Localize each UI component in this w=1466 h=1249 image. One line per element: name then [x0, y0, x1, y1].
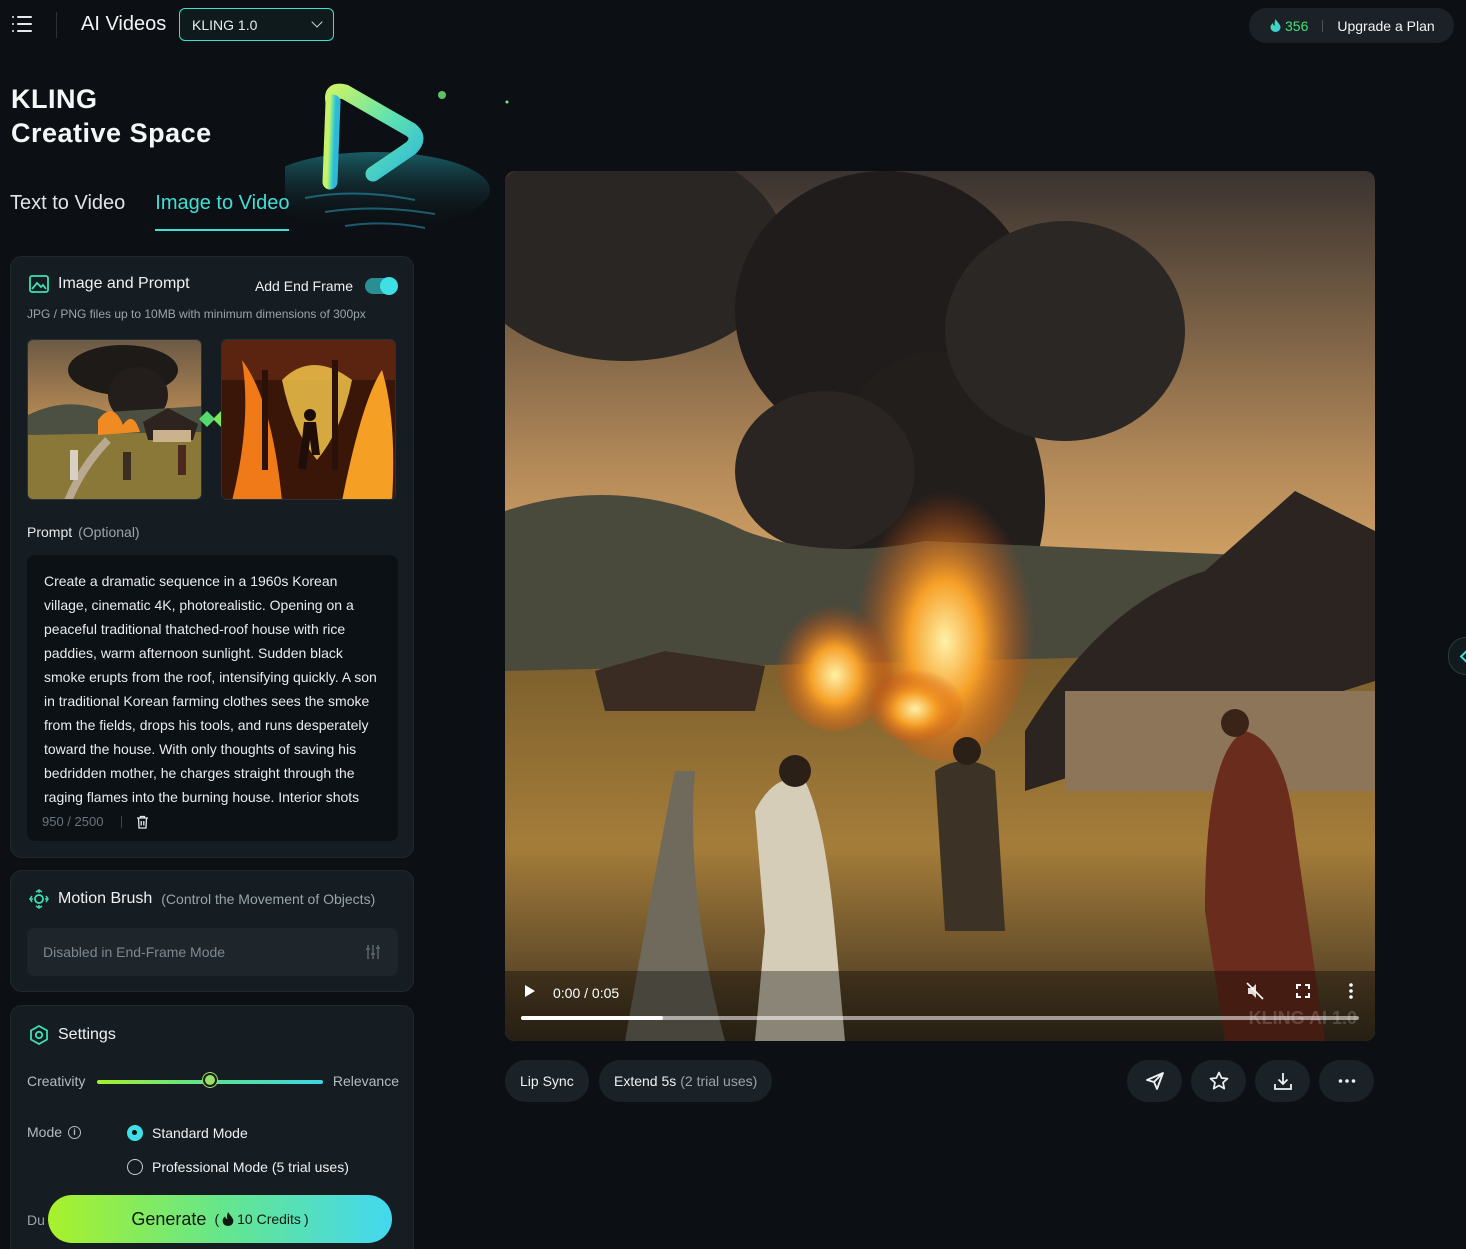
file-hint: JPG / PNG files up to 10MB with minimum … — [27, 307, 366, 321]
chevron-left-icon[interactable] — [1448, 637, 1466, 675]
mode-tabs: Text to Video Image to Video — [10, 192, 290, 231]
menu-icon[interactable] — [12, 15, 32, 33]
upgrade-plan-link[interactable]: Upgrade a Plan — [1337, 18, 1434, 34]
model-select-value: KLING 1.0 — [192, 16, 258, 33]
slider-thumb[interactable] — [203, 1073, 217, 1087]
panel-header: Image and Prompt — [29, 275, 190, 293]
mode-label: Mode — [27, 1124, 63, 1140]
download-button[interactable] — [1255, 1060, 1310, 1102]
prompt-optional: (Optional) — [78, 524, 140, 540]
extend-button[interactable]: Extend 5s (2 trial uses) — [599, 1060, 773, 1102]
favorite-button[interactable] — [1191, 1060, 1246, 1102]
plan-pill: 356 Upgrade a Plan — [1249, 8, 1454, 43]
top-bar: AI Videos KLING 1.0 356 Upgrade a Plan — [0, 0, 1466, 50]
tab-text-to-video[interactable]: Text to Video — [10, 192, 125, 231]
credits-count: 356 — [1285, 17, 1309, 34]
watermark: KLING AI 1.0 — [1248, 1008, 1357, 1028]
end-frame-image[interactable] — [221, 339, 396, 500]
start-frame-image[interactable] — [27, 339, 202, 500]
char-count: 950 / 2500 — [42, 814, 104, 829]
tab-image-to-video[interactable]: Image to Video — [155, 192, 290, 231]
video-player[interactable]: 0:00 / 0:05 KLING AI 1.0 — [505, 171, 1375, 1041]
brand-line-2: Creative Space — [11, 118, 212, 148]
generate-cost: ( 10 Credits ) — [214, 1211, 308, 1227]
generate-label: Generate — [131, 1208, 207, 1229]
brand-line-1: KLING — [11, 84, 98, 114]
end-frame-label: Add End Frame — [254, 278, 353, 294]
radio-indicator — [127, 1125, 143, 1141]
flame-icon — [222, 1212, 234, 1226]
panel-title: Image and Prompt — [58, 275, 190, 292]
panel-header: Settings — [29, 1025, 116, 1045]
prompt-text[interactable]: Create a dramatic sequence in a 1960s Ko… — [44, 569, 382, 809]
share-button[interactable] — [1127, 1060, 1182, 1102]
mode-label-row: Mode i — [27, 1124, 82, 1140]
fullscreen-icon[interactable] — [1293, 981, 1313, 1001]
settings-icon — [30, 1025, 48, 1045]
cost-paren-close: ) — [303, 1211, 309, 1227]
lip-sync-button[interactable]: Lip Sync — [505, 1060, 589, 1102]
video-controls: 0:00 / 0:05 KLING AI 1.0 — [505, 971, 1375, 1041]
progress-fill — [521, 1016, 664, 1020]
sliders-icon — [366, 945, 380, 959]
duration-label: Du — [27, 1212, 45, 1228]
generate-button[interactable]: Generate ( 10 Credits ) — [48, 1195, 392, 1243]
brand-title: KLING Creative Space — [11, 82, 212, 150]
cost-paren-open: ( — [214, 1211, 220, 1227]
radio-professional-mode[interactable]: Professional Mode (5 trial uses) — [127, 1159, 349, 1175]
extend-label: Extend 5s — [614, 1073, 677, 1089]
end-frame-toggle[interactable] — [365, 277, 398, 295]
image-icon — [29, 275, 49, 293]
panel-subtitle: (Control the Movement of Objects) — [161, 891, 376, 907]
panel-title: Settings — [58, 1026, 116, 1043]
cost-credits: 10 Credits — [237, 1211, 301, 1227]
motion-icon — [29, 889, 49, 909]
creativity-relevance-slider: Creativity Relevance — [27, 1072, 399, 1092]
divider — [56, 12, 57, 38]
disabled-text: Disabled in End-Frame Mode — [43, 944, 226, 960]
radio-label: Professional Mode (5 trial uses) — [152, 1159, 349, 1175]
motion-brush-panel: Motion Brush (Control the Movement of Ob… — [10, 870, 414, 992]
divider — [121, 815, 123, 828]
prompt-label: Prompt (Optional) — [27, 524, 140, 540]
lip-sync-label: Lip Sync — [520, 1073, 574, 1089]
video-progress-bar[interactable] — [521, 1016, 1359, 1020]
app-title: AI Videos — [81, 13, 167, 35]
radio-indicator — [127, 1159, 143, 1175]
video-frame — [505, 171, 1375, 1041]
relevance-label: Relevance — [332, 1073, 399, 1089]
creativity-label: Creativity — [27, 1073, 86, 1089]
send-icon — [1145, 1072, 1164, 1090]
download-icon — [1273, 1073, 1292, 1090]
play-icon[interactable] — [514, 976, 544, 1006]
radio-label: Standard Mode — [152, 1125, 248, 1141]
video-time: 0:00 / 0:05 — [553, 985, 620, 1001]
flame-icon — [1270, 19, 1281, 32]
motion-brush-disabled-box: Disabled in End-Frame Mode — [27, 928, 398, 976]
radio-standard-mode[interactable]: Standard Mode — [127, 1125, 248, 1141]
mute-icon[interactable] — [1245, 981, 1265, 1001]
panel-header: Motion Brush (Control the Movement of Ob… — [29, 889, 375, 909]
prompt-label-text: Prompt — [27, 524, 73, 540]
kling-logo-illustration — [285, 83, 509, 229]
trash-icon[interactable] — [136, 815, 149, 829]
image-prompt-panel: Image and Prompt Add End Frame JPG / PNG… — [10, 256, 414, 858]
extend-note: (2 trial uses) — [680, 1073, 758, 1089]
panel-title: Motion Brush — [58, 890, 153, 907]
info-icon[interactable]: i — [68, 1125, 82, 1139]
more-horizontal-icon — [1338, 1079, 1355, 1083]
star-icon — [1209, 1071, 1228, 1090]
chevron-down-icon — [311, 16, 323, 28]
model-select[interactable]: KLING 1.0 — [179, 8, 334, 41]
more-options-button[interactable] — [1319, 1060, 1374, 1102]
prompt-textarea[interactable]: Create a dramatic sequence in a 1960s Ko… — [27, 555, 398, 841]
more-vertical-icon[interactable] — [1341, 981, 1361, 1001]
divider — [1322, 19, 1324, 32]
prompt-footer: 950 / 2500 — [42, 814, 149, 829]
